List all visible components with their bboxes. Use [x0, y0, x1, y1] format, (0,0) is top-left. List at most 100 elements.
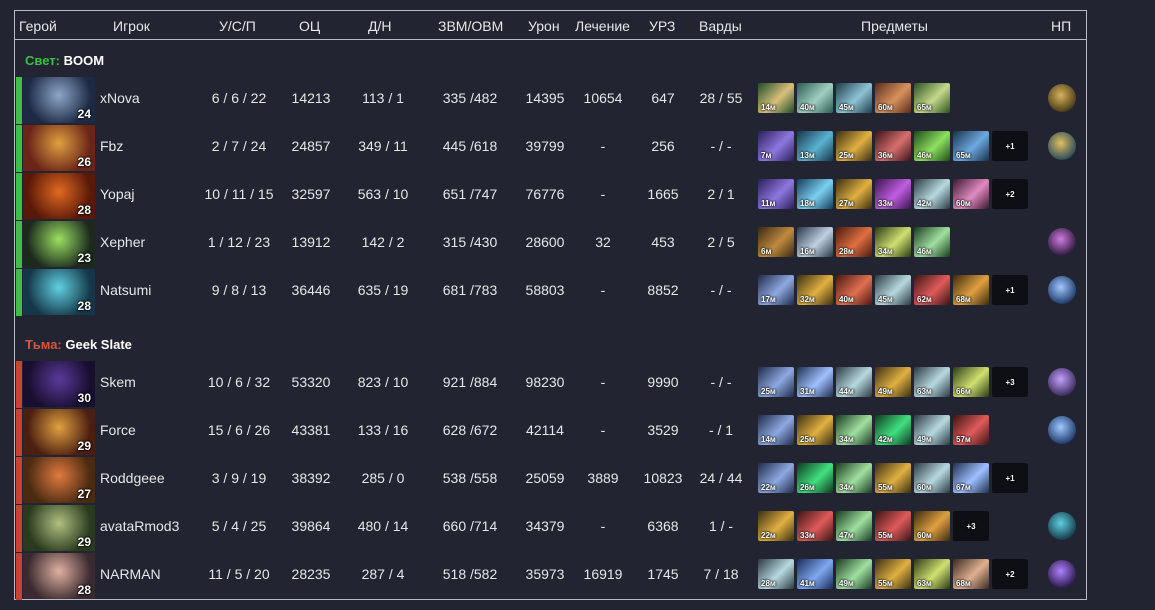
- item-butterfly-icon[interactable]: 60м: [953, 179, 989, 209]
- player-name[interactable]: Fbz: [100, 138, 123, 154]
- more-items-badge[interactable]: +1: [992, 275, 1028, 305]
- brewmaster-portrait[interactable]: 26: [23, 125, 95, 171]
- item-aghs-icon[interactable]: 49м: [836, 559, 872, 589]
- item-emerald-icon[interactable]: 42м: [875, 415, 911, 445]
- item-dagon-icon[interactable]: 33м: [875, 179, 911, 209]
- player-row[interactable]: 29 avataRmod3 5 / 4 / 25 39864 480 / 14 660 /…: [15, 503, 1086, 552]
- player-name[interactable]: Skem: [100, 374, 136, 390]
- neutral-amulet-icon[interactable]: [1048, 84, 1076, 112]
- item-satanic-icon[interactable]: 45м: [875, 275, 911, 305]
- more-items-badge[interactable]: +2: [992, 559, 1028, 589]
- item-emerald-icon[interactable]: 26м: [797, 463, 833, 493]
- item-bloodthorn-icon[interactable]: 55м: [875, 511, 911, 541]
- item-staff-icon[interactable]: 14м: [758, 83, 794, 113]
- neutral-spear-icon[interactable]: [1048, 228, 1076, 256]
- item-blink-icon[interactable]: 22м: [758, 511, 794, 541]
- player-row[interactable]: 24 xNova 6 / 6 / 22 14213 113 / 1 335 /482 143…: [15, 75, 1086, 124]
- player-name[interactable]: xNova: [100, 90, 140, 106]
- item-skadi-icon[interactable]: 63м: [914, 367, 950, 397]
- neutral-orb-icon[interactable]: [1048, 416, 1076, 444]
- player-row[interactable]: 28 NARMAN 11 / 5 / 20 28235 287 / 4 518 /582 3…: [15, 551, 1086, 600]
- more-items-badge[interactable]: +1: [992, 131, 1028, 161]
- item-bloodthorn-icon[interactable]: 33м: [797, 511, 833, 541]
- player-row[interactable]: 23 Xepher 1 / 12 / 23 13912 142 / 2 315 /430 2…: [15, 219, 1086, 268]
- item-aghs-icon[interactable]: 34м: [836, 463, 872, 493]
- item-satanic-icon[interactable]: 49м: [914, 415, 950, 445]
- windrunner-portrait[interactable]: 27: [23, 457, 95, 503]
- item-satanic-icon[interactable]: 28м: [758, 559, 794, 589]
- player-name[interactable]: Roddgeee: [100, 470, 165, 486]
- item-arcane-icon[interactable]: 7м: [758, 131, 794, 161]
- player-row[interactable]: 29 Force 15 / 6 / 26 43381 133 / 16 628 /672 4…: [15, 407, 1086, 456]
- item-force-icon[interactable]: 16м: [797, 227, 833, 257]
- more-items-badge[interactable]: +3: [992, 367, 1028, 397]
- item-aghs-icon[interactable]: 47м: [836, 511, 872, 541]
- item-satanic-icon[interactable]: 42м: [914, 179, 950, 209]
- item-glimmer-icon[interactable]: 13м: [797, 131, 833, 161]
- item-swirl-icon[interactable]: 18м: [797, 179, 833, 209]
- item-satanic-icon[interactable]: 60м: [914, 463, 950, 493]
- sand-king-portrait[interactable]: 29: [23, 505, 95, 551]
- item-manta-icon[interactable]: 22м: [758, 463, 794, 493]
- item-blink-icon[interactable]: 55м: [875, 559, 911, 589]
- more-items-badge[interactable]: +1: [992, 463, 1028, 493]
- player-name[interactable]: Force: [100, 422, 136, 438]
- tinker-portrait[interactable]: 28: [23, 553, 95, 599]
- item-skadi-icon[interactable]: 60м: [914, 511, 950, 541]
- item-ethereal-icon[interactable]: 67м: [953, 463, 989, 493]
- player-row[interactable]: 30 Skem 10 / 6 / 32 53320 823 / 10 921 /884 98…: [15, 359, 1086, 408]
- neutral-prism-icon[interactable]: [1048, 560, 1076, 588]
- item-arcane-icon[interactable]: 11м: [758, 179, 794, 209]
- mirana-portrait[interactable]: 24: [23, 77, 95, 123]
- item-heart-icon[interactable]: 65м: [953, 131, 989, 161]
- item-crystal-icon[interactable]: 45м: [836, 83, 872, 113]
- morph-portrait[interactable]: 28: [23, 269, 95, 315]
- player-row[interactable]: 28 Yopaj 10 / 11 / 15 32597 563 / 10 651 /747…: [15, 171, 1086, 220]
- item-aghs-icon[interactable]: 46м: [914, 227, 950, 257]
- item-blink-icon[interactable]: 32м: [797, 275, 833, 305]
- item-manta-icon[interactable]: 17м: [758, 275, 794, 305]
- item-skull-icon[interactable]: 36м: [875, 131, 911, 161]
- player-row[interactable]: 26 Fbz 2 / 7 / 24 24857 349 / 11 445 /618 3979…: [15, 123, 1086, 172]
- player-row[interactable]: 28 Natsumi 9 / 8 / 13 36446 635 / 19 681 /783…: [15, 267, 1086, 316]
- item-blink-icon[interactable]: 49м: [875, 367, 911, 397]
- neutral-lens-icon[interactable]: [1048, 512, 1076, 540]
- item-daedalus-icon[interactable]: 40м: [836, 275, 872, 305]
- item-bloodthorn-icon[interactable]: 62м: [914, 275, 950, 305]
- player-name[interactable]: avataRmod3: [100, 518, 179, 534]
- item-manta-icon[interactable]: 14м: [758, 415, 794, 445]
- item-blink-icon[interactable]: 25м: [836, 131, 872, 161]
- item-sword-icon[interactable]: 60м: [875, 83, 911, 113]
- item-aghs-icon[interactable]: 34м: [836, 415, 872, 445]
- neutral-compass-icon[interactable]: [1048, 132, 1076, 160]
- item-rapier-icon[interactable]: 28м: [836, 227, 872, 257]
- item-ethereal-icon[interactable]: 31м: [797, 367, 833, 397]
- item-radiance-icon[interactable]: 34м: [875, 227, 911, 257]
- item-staff-icon[interactable]: 41м: [797, 559, 833, 589]
- lion-portrait[interactable]: 29: [23, 409, 95, 455]
- item-orb-icon[interactable]: 65м: [914, 83, 950, 113]
- void-portrait[interactable]: 23: [23, 221, 95, 267]
- player-name[interactable]: Natsumi: [100, 282, 151, 298]
- more-items-badge[interactable]: +2: [992, 179, 1028, 209]
- ember-portrait[interactable]: 28: [23, 173, 95, 219]
- item-lotus-icon[interactable]: 46м: [914, 131, 950, 161]
- player-name[interactable]: NARMAN: [100, 566, 161, 582]
- more-items-badge[interactable]: +3: [953, 511, 989, 541]
- spectre-portrait[interactable]: 30: [23, 361, 95, 407]
- player-row[interactable]: 27 Roddgeee 3 / 9 / 19 38392 285 / 0 538 /558…: [15, 455, 1086, 504]
- item-tranquil-icon[interactable]: 6м: [758, 227, 794, 257]
- item-bloodthorn-icon[interactable]: 57м: [953, 415, 989, 445]
- player-name[interactable]: Xepher: [100, 234, 145, 250]
- item-skadi-icon[interactable]: 68м: [953, 559, 989, 589]
- item-blink-icon[interactable]: 55м: [875, 463, 911, 493]
- item-radiance-icon[interactable]: 66м: [953, 367, 989, 397]
- item-boots-icon[interactable]: 40м: [797, 83, 833, 113]
- item-blink-icon[interactable]: 25м: [797, 415, 833, 445]
- item-blink-icon[interactable]: 27м: [836, 179, 872, 209]
- item-radiance-icon[interactable]: 63м: [914, 559, 950, 589]
- neutral-orb-icon[interactable]: [1048, 276, 1076, 304]
- player-name[interactable]: Yopaj: [100, 186, 135, 202]
- neutral-mirror-icon[interactable]: [1048, 368, 1076, 396]
- item-manta-icon[interactable]: 25м: [758, 367, 794, 397]
